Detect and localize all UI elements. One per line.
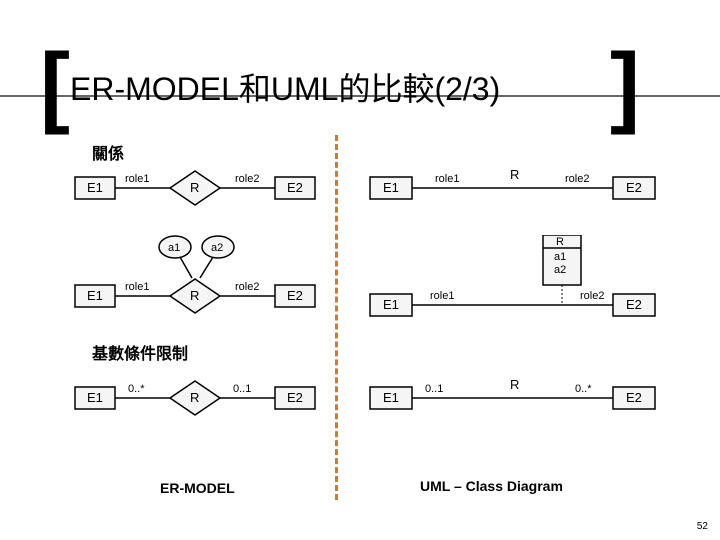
right-bracket-icon: ] (610, 55, 640, 118)
svg-text:a1: a1 (554, 251, 566, 263)
uml-assoc-class: R a1 a2 E1 role1 role2 E2 (365, 235, 665, 325)
svg-text:0..1: 0..1 (425, 383, 443, 395)
svg-text:role1: role1 (430, 290, 454, 302)
svg-text:0..*: 0..* (128, 383, 145, 395)
right-column-label: UML – Class Diagram (420, 478, 563, 494)
svg-text:E1: E1 (383, 297, 399, 312)
svg-text:E1: E1 (383, 390, 399, 405)
vertical-divider (335, 135, 338, 500)
svg-text:E2: E2 (626, 180, 642, 195)
page-number: 52 (697, 521, 708, 532)
svg-text:R: R (556, 236, 564, 248)
svg-text:a2: a2 (211, 242, 223, 254)
svg-text:E1: E1 (383, 180, 399, 195)
svg-text:0..*: 0..* (575, 383, 592, 395)
svg-text:role2: role2 (235, 173, 259, 185)
left-column-label: ER-MODEL (160, 480, 235, 496)
subhead-cardinality: 基數條件限制 (92, 340, 188, 364)
svg-text:role1: role1 (435, 173, 459, 185)
uml-assoc-basic: E1 role1 R role2 E2 (365, 165, 665, 215)
svg-text:E2: E2 (287, 288, 303, 303)
page-title: ER-MODEL和UML的比較(2/3) (70, 64, 500, 110)
svg-text:E1: E1 (87, 180, 103, 195)
svg-text:R: R (190, 390, 199, 405)
svg-text:E2: E2 (287, 180, 303, 195)
svg-text:role2: role2 (565, 173, 589, 185)
svg-text:E2: E2 (626, 390, 642, 405)
svg-text:a2: a2 (554, 264, 566, 276)
svg-text:E2: E2 (626, 297, 642, 312)
uml-cardinality: E1 0..1 R 0..* E2 (365, 375, 665, 425)
svg-text:R: R (510, 167, 519, 182)
er-relation-attrs: a1 a2 E1 role1 R role2 E2 (70, 235, 330, 325)
subhead-relationship: 關係 (92, 140, 124, 164)
svg-text:a1: a1 (168, 242, 180, 254)
svg-text:R: R (190, 180, 199, 195)
er-cardinality: E1 0..* R 0..1 E2 (70, 375, 330, 425)
svg-text:0..1: 0..1 (233, 383, 251, 395)
svg-text:E1: E1 (87, 288, 103, 303)
svg-text:E2: E2 (287, 390, 303, 405)
title-block: [ ER-MODEL和UML的比較(2/3) ] (40, 55, 500, 118)
svg-text:R: R (190, 288, 199, 303)
left-bracket-icon: [ (40, 55, 70, 118)
svg-text:role2: role2 (580, 290, 604, 302)
svg-text:role1: role1 (125, 173, 149, 185)
svg-text:R: R (510, 377, 519, 392)
er-relation-basic: E1 role1 R role2 E2 (70, 165, 330, 215)
svg-text:role1: role1 (125, 281, 149, 293)
svg-text:E1: E1 (87, 390, 103, 405)
svg-text:role2: role2 (235, 281, 259, 293)
